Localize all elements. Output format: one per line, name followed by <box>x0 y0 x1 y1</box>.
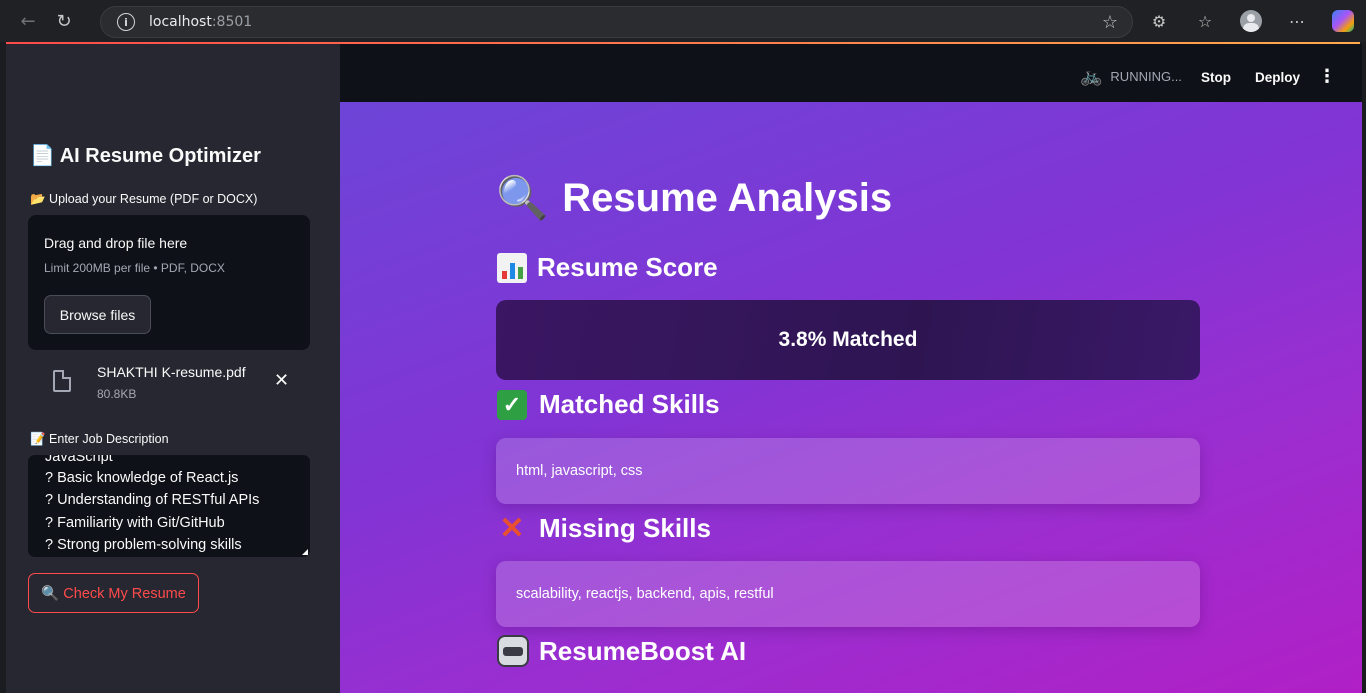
bike-icon: 🚲 <box>1080 66 1103 86</box>
score-heading-text: Resume Score <box>537 252 718 282</box>
close-icon[interactable]: ✕ <box>274 370 289 391</box>
check-resume-button[interactable]: 🔍 Check My Resume <box>28 573 199 613</box>
matched-heading-text: Matched Skills <box>539 389 720 419</box>
uploaded-file: SHAKTHI K-resume.pdf 80.8KB ✕ <box>28 360 310 408</box>
magnifier-icon: 🔍 <box>496 174 549 221</box>
score-card: 3.8% Matched <box>496 300 1200 380</box>
url-host: localhost <box>149 14 212 30</box>
file-icon <box>53 370 71 392</box>
jd-line: ? Understanding of RESTful APIs <box>45 492 260 508</box>
missing-heading: ✕ Missing Skills <box>497 512 711 545</box>
dropzone-limit: Limit 200MB per file • PDF, DOCX <box>44 261 225 275</box>
boost-heading: ResumeBoost AI <box>497 635 746 667</box>
score-heading: Resume Score <box>497 252 718 283</box>
info-icon[interactable]: i <box>117 13 135 31</box>
url-port: :8501 <box>211 14 253 30</box>
jd-line: ? Basic knowledge of React.js <box>45 470 239 486</box>
status-text: RUNNING... <box>1110 69 1182 84</box>
running-status: 🚲 RUNNING... <box>1080 66 1182 87</box>
check-icon: ✓ <box>497 389 527 420</box>
stop-button[interactable]: Stop <box>1201 70 1231 85</box>
missing-heading-text: Missing Skills <box>539 513 711 543</box>
browser-toolbar: ← ↻ i localhost:8501 ☆ ⚙ ☆ ⋯ <box>0 0 1366 42</box>
star-icon[interactable]: ☆ <box>1102 12 1118 33</box>
browse-files-button[interactable]: Browse files <box>44 295 151 334</box>
missing-skills-box: scalability, reactjs, backend, apis, res… <box>496 561 1200 627</box>
resize-handle[interactable] <box>302 549 308 555</box>
cross-icon: ✕ <box>499 512 525 545</box>
bar-chart-icon <box>497 252 527 283</box>
reload-icon[interactable]: ↻ <box>46 3 82 39</box>
kebab-icon[interactable]: ⋮ <box>1318 66 1336 87</box>
sidebar-title: 📄 AI Resume Optimizer <box>30 145 261 167</box>
url-text[interactable]: localhost:8501 <box>149 14 252 30</box>
copilot-logo <box>1332 10 1354 32</box>
jd-line: ? Strong problem-solving skills <box>45 537 242 553</box>
matched-skills-box: html, javascript, css <box>496 438 1200 504</box>
jd-line: ? Familiarity with Git/GitHub <box>45 515 225 531</box>
job-description-label: 📝 Enter Job Description <box>30 432 169 446</box>
app-header: 🚲 RUNNING... Stop Deploy ⋮ <box>340 44 1362 102</box>
jd-line: JavaScript <box>45 455 113 465</box>
file-name: SHAKTHI K-resume.pdf <box>97 364 246 380</box>
robot-icon <box>497 635 529 667</box>
file-size: 80.8KB <box>97 387 137 401</box>
page-title: 🔍 Resume Analysis <box>496 174 892 223</box>
job-description-textarea[interactable]: JavaScript ? Basic knowledge of React.js… <box>28 455 310 557</box>
favorites-icon[interactable]: ☆ <box>1190 6 1220 36</box>
deploy-button[interactable]: Deploy <box>1255 70 1300 85</box>
extensions-icon[interactable]: ⚙ <box>1144 6 1174 36</box>
avatar <box>1240 10 1262 32</box>
profile-icon[interactable] <box>1236 6 1266 36</box>
address-bar[interactable]: i localhost:8501 ☆ <box>100 6 1133 38</box>
page-title-text: Resume Analysis <box>562 176 893 220</box>
upload-label: 📂 Upload your Resume (PDF or DOCX) <box>30 192 258 206</box>
boost-heading-text: ResumeBoost AI <box>539 635 747 666</box>
browser-tools: ⚙ ☆ ⋯ <box>1136 0 1366 42</box>
matched-heading: ✓ Matched Skills <box>497 389 720 420</box>
back-icon[interactable]: ← <box>10 3 46 39</box>
more-icon[interactable]: ⋯ <box>1282 6 1312 36</box>
file-dropzone[interactable]: Drag and drop file here Limit 200MB per … <box>28 215 310 350</box>
copilot-icon[interactable] <box>1328 6 1358 36</box>
sidebar: 📄 AI Resume Optimizer 📂 Upload your Resu… <box>6 44 340 693</box>
dropzone-title: Drag and drop file here <box>44 235 188 251</box>
main-content: 🚲 RUNNING... Stop Deploy ⋮ 🔍 Resume Anal… <box>340 44 1362 693</box>
